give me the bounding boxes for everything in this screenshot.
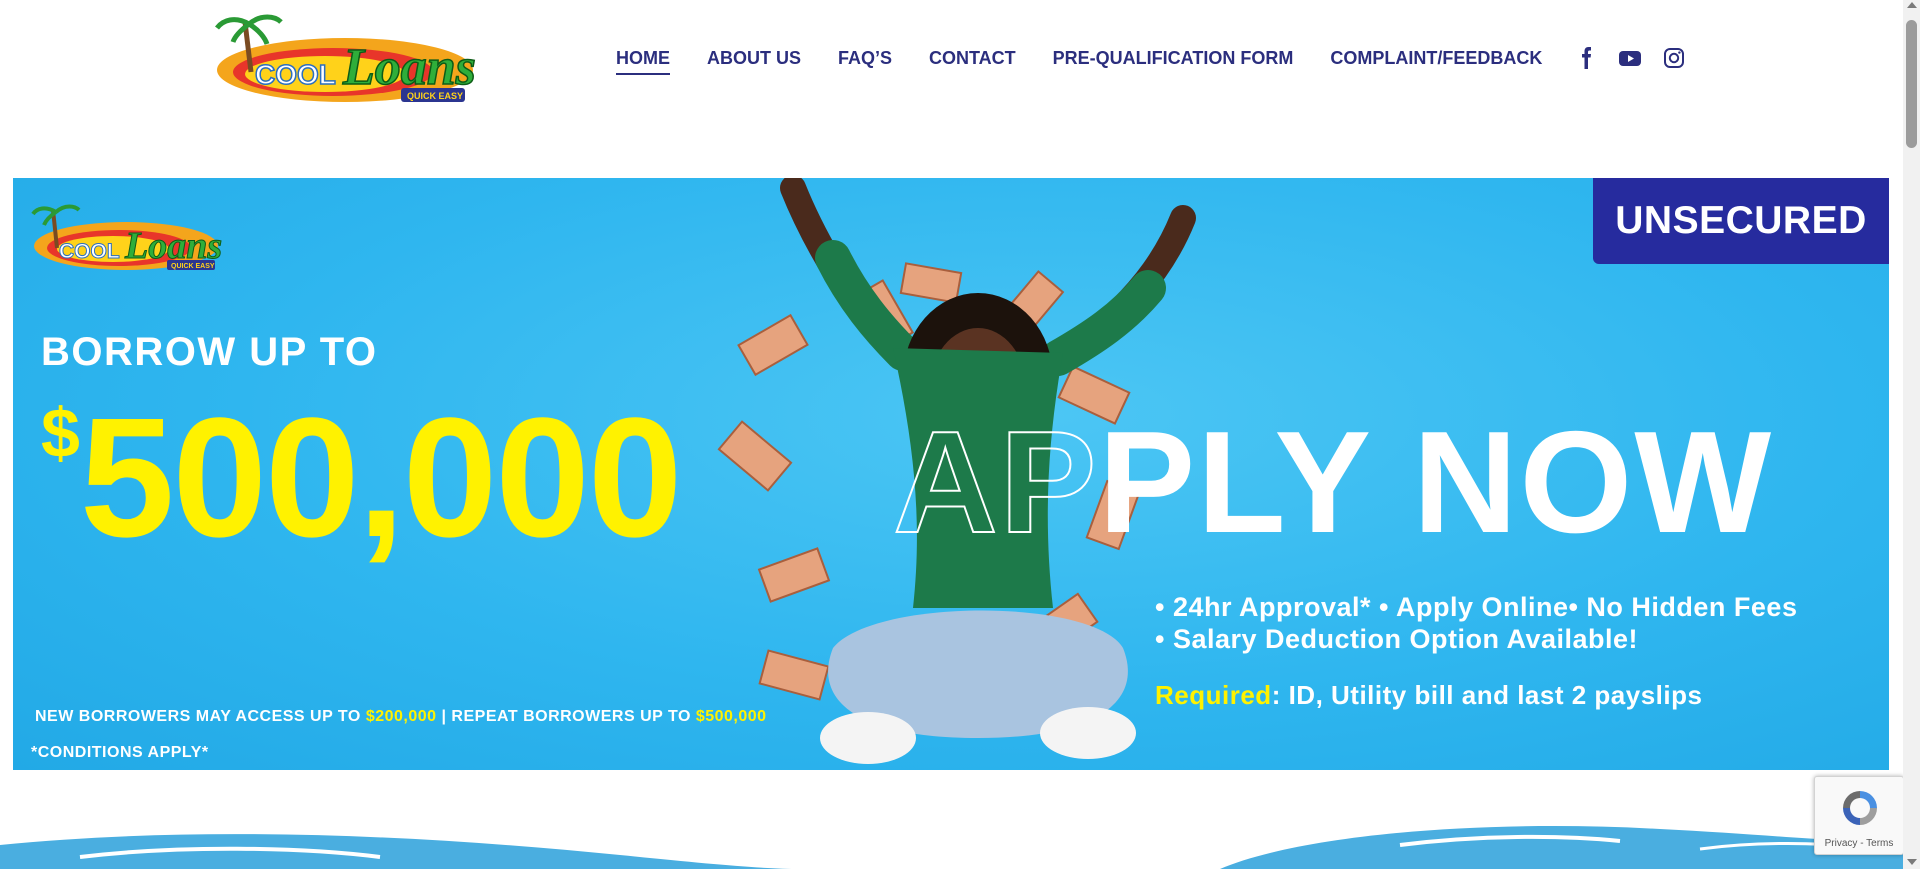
conditions-note: *CONDITIONS APPLY* bbox=[31, 744, 209, 761]
loan-amount: $500,000 bbox=[41, 393, 682, 563]
feature-bullets: • 24hr Approval* • Apply Online• No Hidd… bbox=[1155, 591, 1797, 655]
borrowers-new-text: NEW BORROWERS MAY ACCESS UP TO bbox=[35, 708, 366, 725]
dollar-sign: $ bbox=[41, 394, 80, 472]
nav-about-us[interactable]: ABOUT US bbox=[707, 48, 801, 75]
nav-complaint-feedback[interactable]: COMPLAINT/FEEDBACK bbox=[1330, 48, 1542, 75]
banner-logo: COOL Loans QUICK EASY bbox=[31, 202, 231, 277]
required-label: Required bbox=[1155, 680, 1272, 710]
youtube-icon[interactable] bbox=[1618, 46, 1642, 70]
main-nav: HOME ABOUT US FAQ’S CONTACT PRE-QUALIFIC… bbox=[616, 48, 1579, 75]
nav-contact[interactable]: CONTACT bbox=[929, 48, 1016, 75]
scroll-up-icon[interactable] bbox=[1907, 2, 1917, 8]
requirements-text: Required: ID, Utility bill and last 2 pa… bbox=[1155, 680, 1702, 711]
svg-text:COOL: COOL bbox=[255, 59, 336, 90]
unsecured-badge: UNSECURED bbox=[1593, 178, 1889, 264]
social-links bbox=[1574, 46, 1686, 70]
apply-solid-text: PLY NOW bbox=[1098, 401, 1774, 563]
borrow-heading: BORROW UP TO bbox=[41, 330, 378, 374]
amount-value: 500,000 bbox=[79, 383, 683, 573]
scroll-thumb[interactable] bbox=[1906, 20, 1917, 148]
repeat-borrower-limit: $500,000 bbox=[695, 708, 767, 725]
recaptcha-badge[interactable]: Privacy - Terms bbox=[1814, 776, 1904, 855]
nav-pre-qualification-form[interactable]: PRE-QUALIFICATION FORM bbox=[1053, 48, 1294, 75]
recaptcha-links[interactable]: Privacy - Terms bbox=[1815, 838, 1903, 849]
facebook-icon[interactable] bbox=[1574, 46, 1598, 70]
svg-text:QUICK EASY: QUICK EASY bbox=[171, 263, 215, 270]
nav-faqs[interactable]: FAQ’S bbox=[838, 48, 892, 75]
new-borrower-limit: $200,000 bbox=[365, 708, 437, 725]
svg-text:QUICK EASY: QUICK EASY bbox=[407, 91, 463, 101]
svg-text:Loans: Loans bbox=[342, 39, 476, 96]
scroll-down-icon[interactable] bbox=[1907, 859, 1917, 865]
borrowers-repeat-text: | REPEAT BORROWERS UP TO bbox=[436, 708, 696, 725]
svg-text:COOL: COOL bbox=[59, 240, 120, 263]
bullet-line-1: • 24hr Approval* • Apply Online• No Hidd… bbox=[1155, 592, 1798, 622]
borrower-limits: NEW BORROWERS MAY ACCESS UP TO $200,000 … bbox=[35, 708, 767, 726]
apply-now-heading: APPLY NOW bbox=[892, 409, 1773, 556]
page-scrollbar[interactable] bbox=[1903, 0, 1920, 869]
recaptcha-icon bbox=[1843, 791, 1877, 825]
apply-outline-text: AP bbox=[892, 401, 1099, 563]
required-detail: : ID, Utility bill and last 2 payslips bbox=[1271, 680, 1703, 710]
bullet-line-2: • Salary Deduction Option Available! bbox=[1155, 624, 1639, 654]
wave-divider bbox=[0, 805, 1920, 869]
instagram-icon[interactable] bbox=[1662, 46, 1686, 70]
nav-home[interactable]: HOME bbox=[616, 48, 670, 75]
site-logo[interactable]: COOL Loans QUICK EASY bbox=[215, 12, 485, 110]
hero-banner[interactable]: COOL Loans QUICK EASY UNSECURED BORROW U… bbox=[13, 178, 1889, 770]
